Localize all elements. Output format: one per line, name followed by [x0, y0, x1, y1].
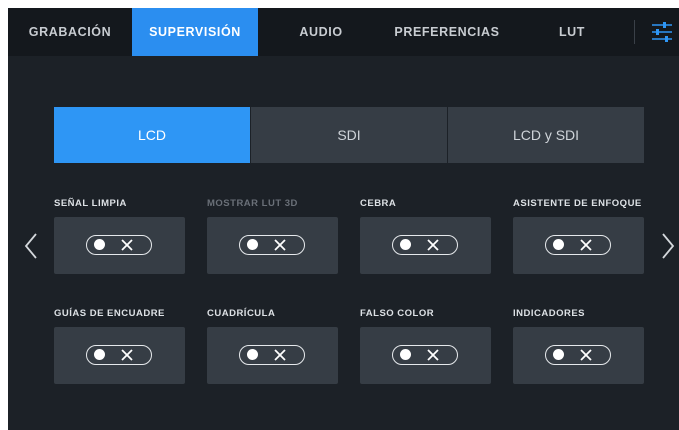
toggle-label-indicadores: INDICADORES [513, 308, 586, 319]
x-icon [121, 239, 133, 251]
toggle-label-asistente-de-enfoque: ASISTENTE DE ENFOQUE [513, 198, 642, 209]
toggle-card-mostrar-lut-3d[interactable] [207, 217, 338, 274]
toggle-switch[interactable] [239, 235, 305, 255]
x-icon [274, 239, 286, 251]
toggle-switch[interactable] [86, 235, 152, 255]
tab-lut[interactable]: LUT [510, 8, 634, 56]
toggle-switch[interactable] [545, 235, 611, 255]
toggle-switch[interactable] [392, 345, 458, 365]
toggle-label-mostrar-lut-3d: MOSTRAR LUT 3D [207, 198, 298, 209]
tab-grabacion[interactable]: GRABACIÓN [8, 8, 132, 56]
toggle-card-asistente-de-enfoque[interactable] [513, 217, 644, 274]
toggle-knob [400, 239, 411, 250]
toggle-card-cuadricula[interactable] [207, 327, 338, 384]
output-option-lcd-y-sdi[interactable]: LCD y SDI [448, 107, 644, 163]
output-option-lcd[interactable]: LCD [54, 107, 250, 163]
x-icon [580, 239, 592, 251]
toggle-knob [94, 239, 105, 250]
toggle-label-cuadricula: CUADRÍCULA [207, 308, 276, 319]
toggle-switch[interactable] [392, 235, 458, 255]
x-icon [580, 349, 592, 361]
output-option-sdi[interactable]: SDI [251, 107, 447, 163]
toggle-knob [247, 239, 258, 250]
toggle-card-indicadores[interactable] [513, 327, 644, 384]
toggle-switch[interactable] [545, 345, 611, 365]
toggle-card-senal-limpia[interactable] [54, 217, 185, 274]
toggle-label-falso-color: FALSO COLOR [360, 308, 435, 319]
toggle-label-guias-de-encuadre: GUÍAS DE ENCUADRE [54, 308, 165, 319]
x-icon [427, 349, 439, 361]
chevron-right-icon[interactable] [657, 232, 677, 260]
tab-supervision[interactable]: SUPERVISIÓN [132, 8, 258, 56]
toggle-label-cebra: CEBRA [360, 198, 397, 209]
toggle-knob [553, 239, 564, 250]
toggle-knob [553, 349, 564, 360]
toggle-knob [247, 349, 258, 360]
toggle-knob [400, 349, 411, 360]
tab-preferencias[interactable]: PREFERENCIAS [384, 8, 510, 56]
output-selector: LCD SDI LCD y SDI [54, 107, 644, 163]
toggle-switch[interactable] [86, 345, 152, 365]
toggle-card-guias-de-encuadre[interactable] [54, 327, 185, 384]
x-icon [121, 349, 133, 361]
sliders-icon[interactable] [651, 20, 673, 44]
toggle-switch[interactable] [239, 345, 305, 365]
tab-bar: GRABACIÓN SUPERVISIÓN AUDIO PREFERENCIAS… [8, 8, 679, 56]
toggle-knob [94, 349, 105, 360]
monitoring-screen: GRABACIÓN SUPERVISIÓN AUDIO PREFERENCIAS… [8, 8, 679, 430]
x-icon [274, 349, 286, 361]
toggle-card-falso-color[interactable] [360, 327, 491, 384]
chevron-left-icon[interactable] [22, 232, 42, 260]
toggle-label-senal-limpia: SEÑAL LIMPIA [54, 198, 127, 209]
tab-divider [634, 20, 635, 44]
tab-audio[interactable]: AUDIO [258, 8, 384, 56]
x-icon [427, 239, 439, 251]
toggle-card-cebra[interactable] [360, 217, 491, 274]
